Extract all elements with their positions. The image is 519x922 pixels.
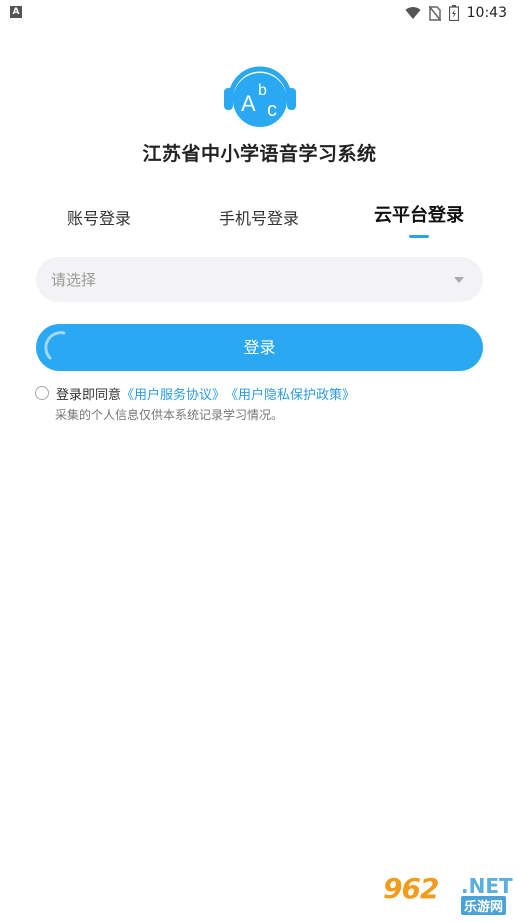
tab-account-login[interactable]: 账号登录	[67, 205, 131, 229]
privacy-policy-link[interactable]: 《用户隐私保护政策》	[225, 384, 355, 403]
wifi-icon	[405, 7, 421, 20]
login-button-label: 登录	[243, 338, 276, 357]
caret-down-icon	[454, 277, 464, 283]
no-sim-icon	[428, 5, 441, 21]
battery-icon	[448, 5, 459, 21]
privacy-notice: 采集的个人信息仅供本系统记录学习情况。	[55, 408, 284, 422]
login-button[interactable]: 登录	[36, 324, 483, 371]
status-time: 10:43	[466, 5, 507, 21]
site-watermark: 962 .NET 乐游网	[383, 872, 513, 916]
app-title: 江苏省中小学语音学习系统	[142, 143, 377, 165]
agreement-row: 登录即同意 《用户服务协议》 《用户隐私保护政策》	[35, 383, 355, 403]
logo-letter-b: b	[258, 82, 267, 99]
select-placeholder: 请选择	[51, 271, 97, 289]
app-logo: A b c	[221, 58, 299, 136]
status-icons: 10:43	[405, 4, 507, 22]
login-tabs: 账号登录 手机号登录 云平台登录	[0, 202, 519, 242]
headphones-abc-icon: A b c	[224, 66, 296, 127]
watermark-number: 962	[383, 872, 439, 905]
tab-phone-login[interactable]: 手机号登录	[219, 205, 299, 229]
agreement-checkbox[interactable]	[35, 386, 49, 400]
platform-select[interactable]: 请选择	[36, 257, 483, 302]
logo-letter-c: c	[267, 99, 277, 121]
active-tab-indicator	[409, 235, 429, 238]
status-bar: A 10:43	[0, 0, 519, 26]
tab-cloud-login[interactable]: 云平台登录	[374, 201, 464, 227]
agreement-prefix: 登录即同意	[56, 387, 122, 403]
logo-letter-a: A	[241, 91, 256, 116]
app-notification-icon: A	[10, 6, 22, 18]
watermark-net: .NET	[461, 874, 513, 898]
watermark-sub: 乐游网	[461, 896, 507, 915]
service-agreement-link[interactable]: 《用户服务协议》	[121, 384, 225, 403]
